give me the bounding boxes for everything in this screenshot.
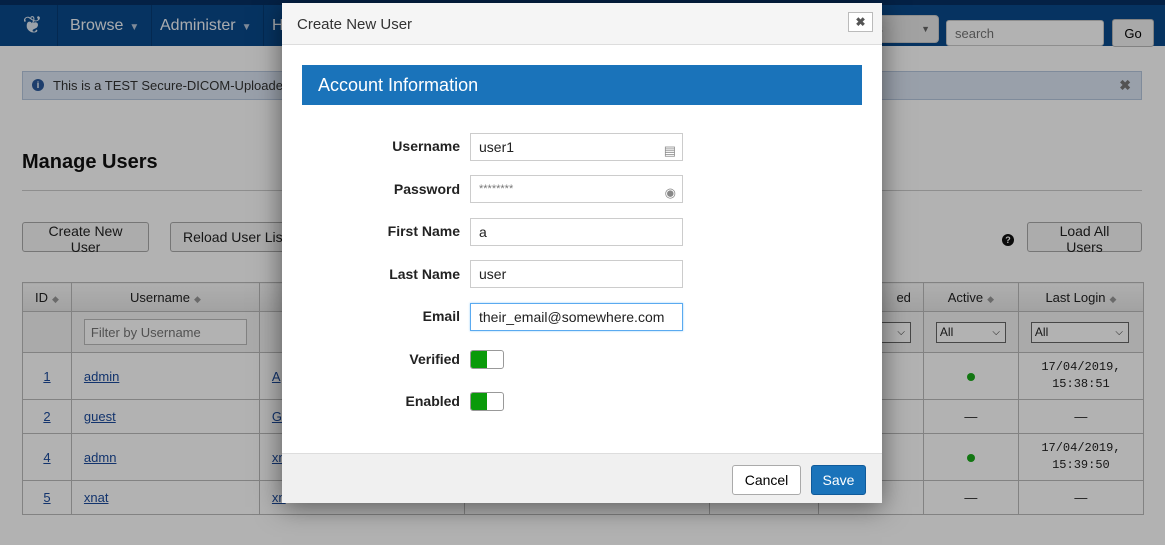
create-user-dialog: Create New User ✖ Account Information Us…	[282, 3, 882, 503]
last-name-input[interactable]: user	[470, 260, 683, 288]
verified-label: Verified	[409, 351, 460, 367]
first-name-input[interactable]: a	[470, 218, 683, 246]
save-button[interactable]: Save	[811, 465, 866, 495]
section-header: Account Information	[302, 65, 862, 105]
toggle-on-indicator	[471, 351, 487, 368]
username-value: user1	[479, 139, 515, 155]
username-label: Username	[392, 138, 460, 154]
dialog-title: Create New User	[297, 16, 413, 33]
last-name-label: Last Name	[389, 266, 460, 282]
email-input[interactable]: their_email@somewhere.com	[470, 303, 683, 331]
dialog-footer: Cancel Save	[282, 453, 882, 503]
key-lock-icon: ◉	[664, 185, 676, 200]
cancel-button[interactable]: Cancel	[732, 465, 801, 495]
enabled-toggle[interactable]	[470, 392, 504, 411]
enabled-label: Enabled	[405, 393, 460, 409]
password-input[interactable]: ******** ◉	[470, 175, 683, 203]
password-value: ********	[479, 183, 514, 195]
toggle-on-indicator	[471, 393, 487, 410]
first-name-label: First Name	[387, 223, 460, 239]
contact-card-icon: ▤	[663, 143, 676, 158]
password-label: Password	[393, 181, 460, 197]
email-label: Email	[422, 308, 460, 324]
verified-toggle[interactable]	[470, 350, 504, 369]
dialog-header: Create New User ✖	[282, 3, 882, 45]
username-input[interactable]: user1 ▤	[470, 133, 683, 161]
close-icon[interactable]: ✖	[848, 12, 873, 32]
